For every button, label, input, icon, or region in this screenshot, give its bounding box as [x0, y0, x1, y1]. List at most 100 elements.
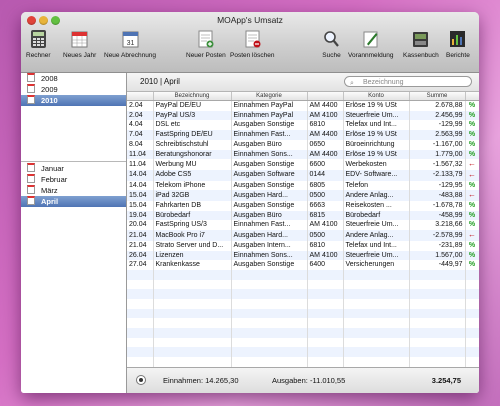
- neues-jahr-label: Neues Jahr: [63, 52, 97, 59]
- neuer-posten-button[interactable]: Neuer Posten: [186, 29, 226, 59]
- sum-cell: -129,99: [409, 120, 466, 131]
- neue-abrechnung-button[interactable]: 31 Neue Abrechnung: [104, 29, 156, 59]
- date-cell: 11.04: [127, 159, 154, 170]
- empty-row: [127, 337, 479, 348]
- category-cell: [231, 289, 308, 300]
- category-cell: Ausgaben Büro: [231, 210, 308, 221]
- table-row[interactable]: 14.04 Adobe CS5 Ausgaben Software 0144 EDV- …: [127, 169, 479, 181]
- sidebar-item-month-selected[interactable]: April: [21, 196, 126, 207]
- main-panel: 2010 | April ⌕ Bezeichnung Bezeichnung K…: [127, 73, 479, 393]
- table-row[interactable]: 21.04 MacBook Pro i7 Ausgaben Hard... 0500 A…: [127, 230, 479, 241]
- sum-cell: [409, 318, 466, 329]
- sum-cell: 1.779,00: [409, 149, 466, 160]
- table-row[interactable]: 20.04 FastSpring US/3 Einnahmen Fast... AM …: [127, 220, 479, 231]
- name-cell: [153, 308, 232, 319]
- flag-cell: [465, 269, 479, 280]
- sidebar-item-year[interactable]: 2008: [21, 73, 126, 84]
- column-header-bezeichnung[interactable]: Bezeichnung: [153, 92, 232, 101]
- sidebar-item-year-selected[interactable]: 2010: [21, 95, 126, 106]
- kassenbuch-button[interactable]: Kassenbuch: [403, 29, 439, 59]
- record-button[interactable]: [136, 375, 146, 385]
- search-input[interactable]: ⌕ Bezeichnung: [344, 76, 472, 87]
- table-row[interactable]: 27.04 Krankenkasse Ausgaben Sonstige 6400 Ve…: [127, 260, 479, 270]
- table-row[interactable]: 2.04 PayPal DE/EU Einnahmen PayPal AM 4400 E…: [127, 100, 479, 111]
- name-cell: iPad 32GB: [153, 190, 232, 202]
- name-cell: [153, 337, 232, 348]
- category-cell: Einnahmen PayPal: [231, 100, 308, 111]
- code-cell: 6400: [307, 260, 344, 270]
- year-label: 2008: [41, 74, 58, 83]
- account-cell: Versicherungen: [343, 260, 410, 270]
- date-cell: 26.04: [127, 250, 154, 261]
- table-row[interactable]: 21.04 Strato Server und D... Ausgaben Inte…: [127, 240, 479, 251]
- empty-row: [127, 289, 479, 300]
- red-arrow-icon: ←: [468, 169, 476, 179]
- search-placeholder: Bezeichnung: [363, 79, 404, 86]
- svg-text:31: 31: [126, 40, 134, 47]
- date-cell: 2.04: [127, 110, 154, 121]
- suche-button[interactable]: Suche: [322, 29, 341, 59]
- sidebar-item-month[interactable]: Januar: [21, 163, 126, 174]
- name-cell: Adobe CS5: [153, 169, 232, 181]
- code-cell: AM 4100: [307, 250, 344, 261]
- table-row[interactable]: 2.04 PayPal US/3 Einnahmen PayPal AM 4100 St…: [127, 110, 479, 121]
- flag-cell: %: [465, 139, 479, 150]
- posten-loeschen-button[interactable]: Posten löschen: [230, 29, 274, 59]
- empty-row: [127, 357, 479, 367]
- app-window: MOApp's Umsatz Rechner Neues Jahr 31 Neu…: [21, 12, 479, 393]
- table-row[interactable]: 19.04 Bürobedarf Ausgaben Büro 6815 Bürobeda…: [127, 210, 479, 221]
- table-row[interactable]: 14.04 Telekom iPhone Ausgaben Sonstige 6805…: [127, 180, 479, 191]
- sidebar-item-month[interactable]: März: [21, 185, 126, 196]
- flag-cell: [465, 279, 479, 290]
- date-cell: 4.04: [127, 120, 154, 131]
- sidebar-item-year[interactable]: 2009: [21, 84, 126, 95]
- name-cell: FastSpring US/3: [153, 220, 232, 231]
- account-cell: [343, 318, 410, 329]
- account-cell: Telefax und Int...: [343, 120, 410, 131]
- date-cell: 8.04: [127, 139, 154, 150]
- flag-cell: [465, 299, 479, 309]
- neues-jahr-button[interactable]: Neues Jahr: [63, 29, 96, 59]
- code-cell: [307, 318, 344, 329]
- calendar-icon: [27, 185, 35, 194]
- sum-cell: [409, 308, 466, 319]
- percent-icon: %: [468, 221, 476, 229]
- berichte-button[interactable]: Berichte: [446, 29, 470, 59]
- table-row[interactable]: 15.04 iPad 32GB Ausgaben Hard... 0500 Andere…: [127, 190, 479, 202]
- date-cell: 15.04: [127, 190, 154, 202]
- percent-icon: %: [468, 111, 476, 119]
- income-label: Einnahmen:: [163, 376, 204, 385]
- flag-cell: %: [465, 220, 479, 231]
- table-row[interactable]: 11.04 Werbung MU Ausgaben Sonstige 6600 Werb…: [127, 159, 479, 170]
- category-cell: Ausgaben Sonstige: [231, 159, 308, 170]
- account-cell: Erlöse 19 % USt: [343, 100, 410, 111]
- table-row[interactable]: 7.04 FastSpring DE/EU Einnahmen Fast... AM …: [127, 130, 479, 140]
- category-cell: Ausgaben Büro: [231, 139, 308, 150]
- calculator-icon: [30, 30, 46, 48]
- column-header-konto[interactable]: Konto: [343, 92, 410, 101]
- name-cell: Beratungshonorar: [153, 149, 232, 160]
- table-row[interactable]: 26.04 Lizenzen Einnahmen Sons... AM 4100 Ste…: [127, 250, 479, 261]
- sum-cell: [409, 279, 466, 290]
- table-row[interactable]: 8.04 Schreibtischstuhl Ausgaben Büro 0650 Bü…: [127, 139, 479, 150]
- column-header-summe[interactable]: Summe: [409, 92, 466, 101]
- name-cell: Strato Server und D...: [153, 240, 232, 251]
- table-row[interactable]: 4.04 DSL etc Ausgaben Sonstige 6810 Telefax …: [127, 120, 479, 131]
- sidebar-item-month[interactable]: Februar: [21, 174, 126, 185]
- vorannmeldung-button[interactable]: Vorannmeldung: [348, 29, 394, 59]
- column-header-date[interactable]: [127, 92, 154, 101]
- name-cell: PayPal US/3: [153, 110, 232, 121]
- sum-cell: [409, 299, 466, 309]
- sum-cell: [409, 357, 466, 367]
- column-header-flag[interactable]: [465, 92, 479, 101]
- table-row[interactable]: 15.04 Fahrkarten DB Ausgaben Sonstige 6663 R…: [127, 201, 479, 211]
- red-arrow-icon: ←: [468, 159, 476, 169]
- flag-cell: [465, 357, 479, 367]
- table-row[interactable]: 11.04 Beratungshonorar Einnahmen Sons... AM…: [127, 149, 479, 160]
- table-body: 2.04 PayPal DE/EU Einnahmen PayPal AM 4400 E…: [127, 100, 479, 387]
- code-cell: 6805: [307, 180, 344, 191]
- column-header-code[interactable]: [307, 92, 344, 101]
- rechner-button[interactable]: Rechner: [26, 29, 51, 59]
- column-header-kategorie[interactable]: Kategorie: [231, 92, 308, 101]
- month-list: Januar Februar März April: [21, 162, 126, 393]
